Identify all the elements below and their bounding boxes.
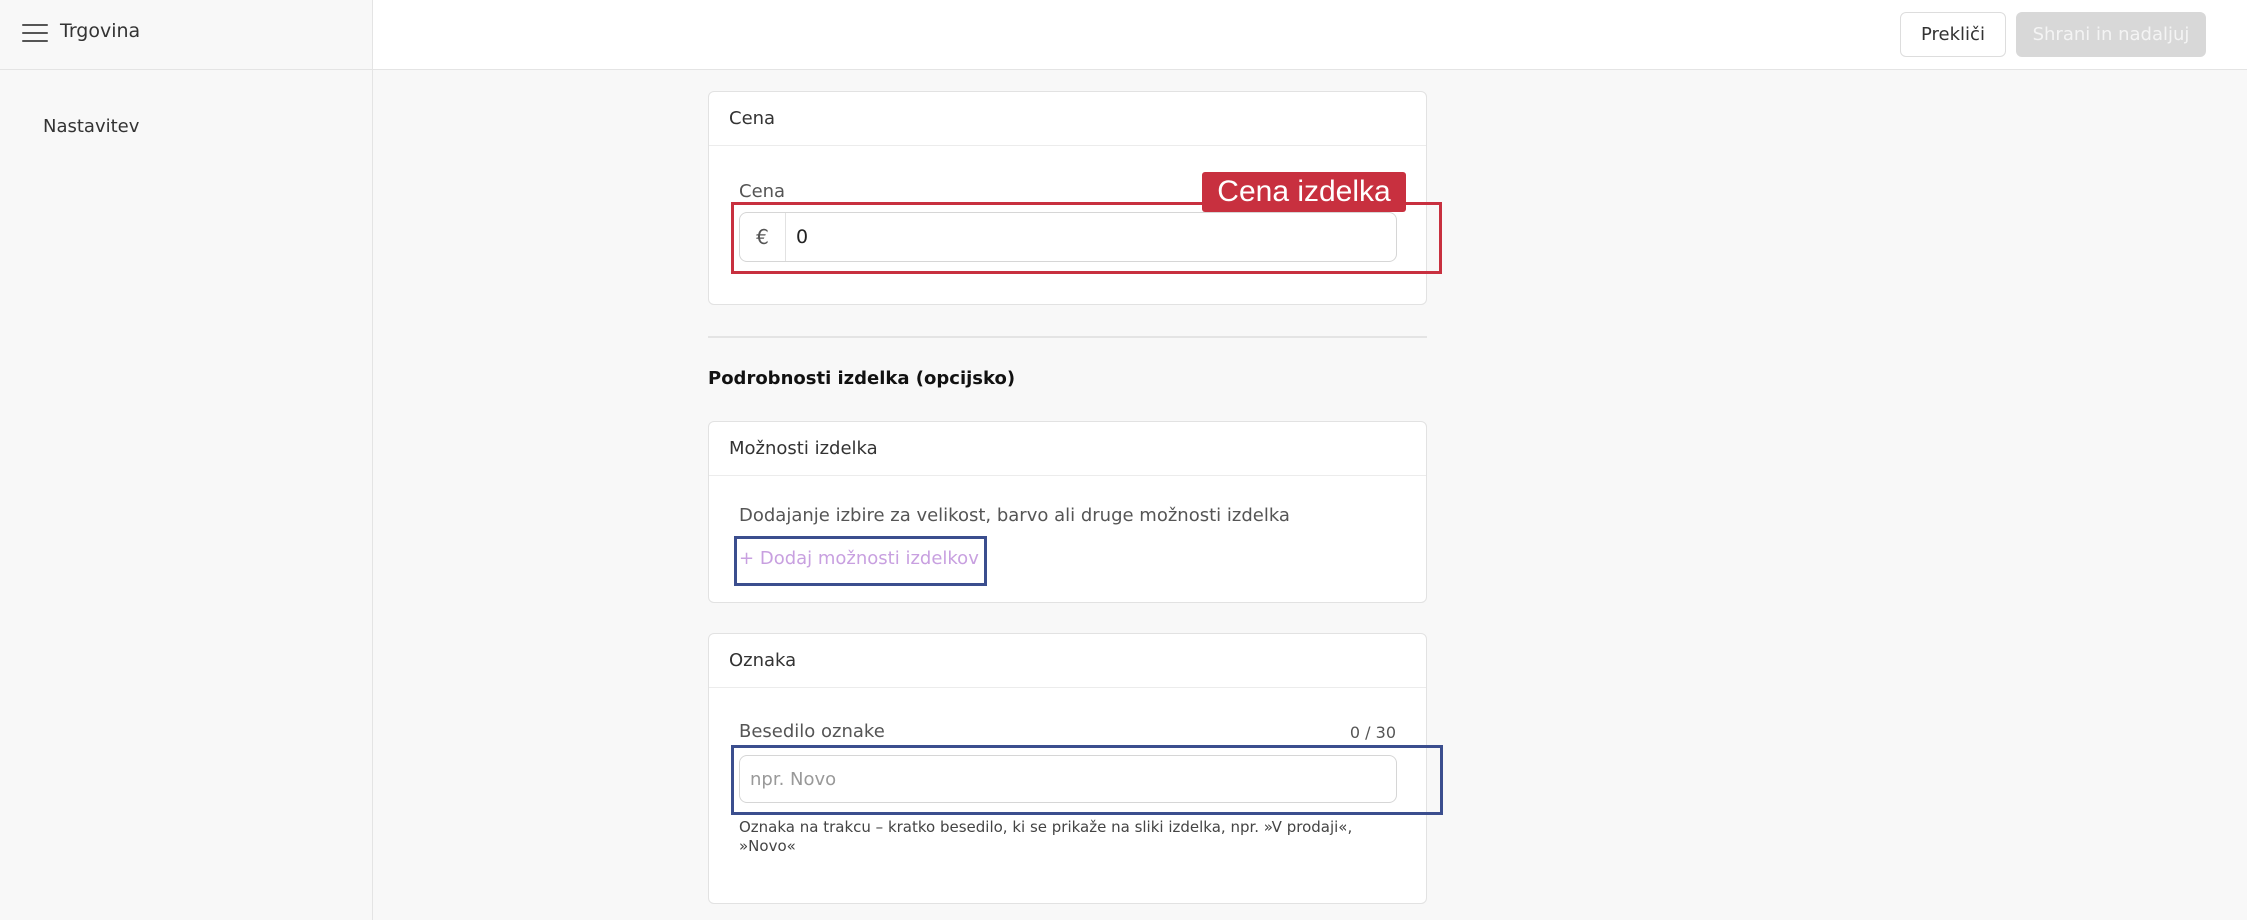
price-annotation-box bbox=[731, 202, 1442, 274]
price-card: Cena Cena € 0 Cena izdelka bbox=[708, 91, 1442, 305]
top-bar: Trgovina Prekliči Shrani in nadaljuj bbox=[0, 0, 2247, 70]
price-card-header: Cena bbox=[709, 92, 1426, 146]
cancel-button[interactable]: Prekliči bbox=[1900, 12, 2006, 57]
label-input-annotation-box bbox=[731, 745, 1443, 815]
label-help-text: Oznaka na trakcu – kratko besedilo, ki s… bbox=[739, 818, 1353, 855]
label-character-counter: 0 / 30 bbox=[1349, 723, 1396, 742]
top-bar-brand: Trgovina bbox=[0, 0, 373, 69]
hamburger-menu-icon[interactable] bbox=[22, 24, 48, 44]
sidebar-item-settings[interactable]: Nastavitev bbox=[43, 116, 139, 137]
product-options-header: Možnosti izdelka bbox=[709, 422, 1426, 476]
label-text-field-label: Besedilo oznake bbox=[739, 721, 885, 742]
label-card: Oznaka Besedilo oznake 0 / 30 Oznaka na … bbox=[708, 633, 1443, 904]
price-annotation-tag: Cena izdelka bbox=[1202, 172, 1406, 212]
app-title: Trgovina bbox=[60, 20, 141, 42]
price-field-label: Cena bbox=[739, 181, 786, 202]
sidebar: Nastavitev bbox=[0, 70, 373, 920]
section-divider bbox=[708, 336, 1427, 338]
product-options-card: Možnosti izdelka Dodajanje izbire za vel… bbox=[708, 421, 1427, 603]
details-section-title: Podrobnosti izdelka (opcijsko) bbox=[708, 368, 1016, 389]
add-options-annotation-box bbox=[734, 536, 987, 586]
save-and-continue-button[interactable]: Shrani in nadaljuj bbox=[2016, 12, 2206, 57]
product-options-description: Dodajanje izbire za velikost, barvo ali … bbox=[739, 505, 1290, 526]
label-card-header: Oznaka bbox=[709, 634, 1426, 688]
